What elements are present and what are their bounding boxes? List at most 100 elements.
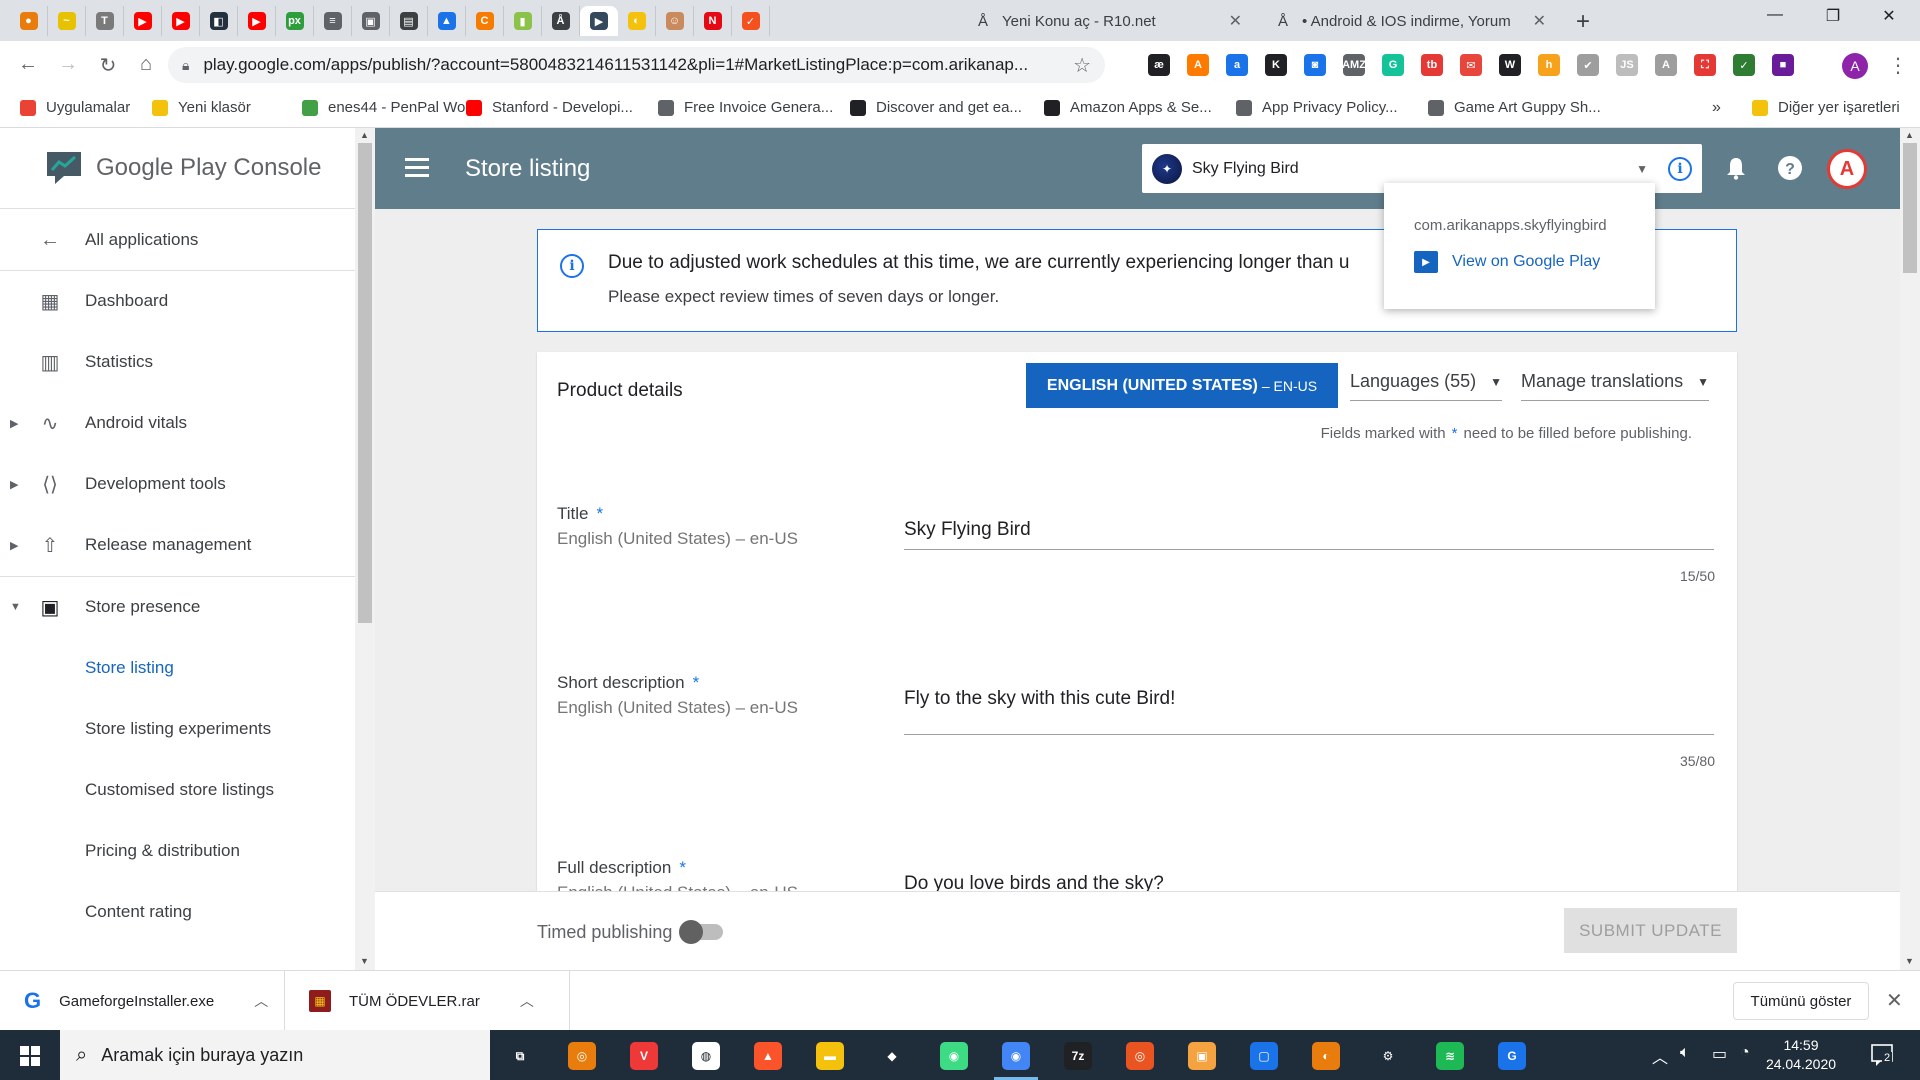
bookmark-item[interactable]: App Privacy Policy...: [1236, 99, 1398, 116]
gameforge-icon[interactable]: G: [1498, 1042, 1526, 1070]
help-icon[interactable]: ?: [1777, 155, 1803, 181]
menu-icon[interactable]: [405, 158, 429, 182]
tb-icon[interactable]: tb: [1421, 54, 1443, 76]
window-close-button[interactable]: ✕: [1866, 6, 1912, 26]
dropdown-arrow-icon[interactable]: ▼: [1636, 162, 1648, 176]
chrome-menu-icon[interactable]: ⋮: [1888, 53, 1908, 78]
7zip-icon[interactable]: 7z: [1064, 1042, 1092, 1070]
chevron-up-icon[interactable]: ︿: [1652, 1044, 1668, 1068]
unity-icon[interactable]: ◆: [878, 1042, 906, 1070]
spotify-icon[interactable]: ≋: [1436, 1042, 1464, 1070]
pinned-tab[interactable]: ≡: [314, 6, 352, 36]
w-icon[interactable]: W: [1499, 54, 1521, 76]
task-view-icon[interactable]: ⧉: [506, 1042, 534, 1070]
sidebar-item-android-vitals[interactable]: ▶ ∿ Android vitals: [0, 403, 355, 443]
scroll-up-icon[interactable]: ▲: [1905, 130, 1914, 140]
wifi-icon[interactable]: ◔: [1740, 1044, 1750, 1062]
pinned-tab[interactable]: ~: [48, 6, 86, 36]
sidebar-item-dashboard[interactable]: ▦ Dashboard: [0, 281, 355, 321]
blender-icon[interactable]: ◎: [568, 1042, 596, 1070]
a-icon[interactable]: a: [1226, 54, 1248, 76]
scroll-up-icon[interactable]: ▲: [360, 130, 369, 140]
pinned-tab[interactable]: ◐: [618, 6, 656, 36]
close-icon[interactable]: ✕: [1533, 11, 1546, 31]
pinned-tab[interactable]: ▶: [238, 6, 276, 36]
chevron-up-icon[interactable]: ︿: [254, 991, 268, 1011]
lock-icon[interactable]: 🔒︎: [182, 57, 189, 74]
home-button[interactable]: ⌂: [134, 53, 158, 76]
sidebar-item-development-tools[interactable]: ▶ ⟨⟩ Development tools: [0, 464, 355, 504]
scroll-down-icon[interactable]: ▼: [1905, 956, 1914, 966]
pinned-tab[interactable]: ●: [10, 6, 48, 36]
bell-icon[interactable]: [1723, 155, 1749, 181]
main-scroll-thumb[interactable]: [1903, 143, 1917, 273]
photo-icon[interactable]: ◍: [692, 1042, 720, 1070]
bookmark-item[interactable]: Yeni klasör: [152, 99, 251, 116]
scroll-down-icon[interactable]: ▼: [360, 956, 369, 966]
pinned-tab[interactable]: C: [466, 6, 504, 36]
pinned-tab[interactable]: N: [694, 6, 732, 36]
honey-icon[interactable]: h: [1538, 54, 1560, 76]
close-icon[interactable]: ✕: [1886, 988, 1903, 1013]
grammarly-icon[interactable]: G: [1382, 54, 1404, 76]
system-clock[interactable]: 14:59 24.04.2020: [1756, 1036, 1846, 1074]
profile-avatar[interactable]: A: [1842, 53, 1868, 79]
volume-icon[interactable]: 🔈︎: [1680, 1044, 1690, 1062]
download-item[interactable]: ▦ TÜM ÖDEVLER.rar ︿: [285, 971, 570, 1031]
pinned-tab[interactable]: ☺: [656, 6, 694, 36]
notification-center-icon[interactable]: 2: [1870, 1042, 1896, 1068]
minimize-button[interactable]: —: [1752, 6, 1798, 24]
view-on-google-play-link[interactable]: ▶ View on Google Play: [1414, 251, 1600, 273]
brave-icon[interactable]: ▲: [754, 1042, 782, 1070]
pinned-tab[interactable]: ✓: [732, 6, 770, 36]
pinned-tab[interactable]: ▶: [580, 6, 618, 36]
pinned-tab[interactable]: Å: [542, 6, 580, 36]
ae-icon[interactable]: æ: [1148, 54, 1170, 76]
sidebar-scroll-thumb[interactable]: [358, 143, 372, 623]
bookmark-item[interactable]: Game Art Guppy Sh...: [1428, 99, 1601, 116]
k-icon[interactable]: K: [1265, 54, 1287, 76]
new-tab-button[interactable]: +: [1576, 8, 1590, 36]
bookmark-item[interactable]: Discover and get ea...: [850, 99, 1022, 116]
bookmark-item[interactable]: Uygulamalar: [20, 99, 130, 116]
pinned-tab[interactable]: ▤: [390, 6, 428, 36]
manage-translations-dropdown[interactable]: Manage translations ▼: [1521, 371, 1709, 401]
expand-more-icon[interactable]: ▶: [10, 539, 18, 552]
chrome-icon[interactable]: ◉: [1002, 1042, 1030, 1070]
amz-icon[interactable]: AMZ: [1342, 54, 1366, 76]
pinned-tab[interactable]: ◧: [200, 6, 238, 36]
sidebar-item-release-management[interactable]: ▶ ⇧ Release management: [0, 525, 355, 565]
mail-icon[interactable]: ✉: [1460, 54, 1482, 76]
battery-icon[interactable]: ▭: [1712, 1044, 1727, 1064]
play-console-logo[interactable]: Google Play Console: [44, 148, 321, 188]
language-button[interactable]: ENGLISH (UNITED STATES) – EN-US: [1026, 363, 1338, 408]
reload-button[interactable]: ↻: [96, 53, 120, 78]
box-icon[interactable]: ▣: [1188, 1042, 1216, 1070]
expand-less-icon[interactable]: ▼: [10, 601, 21, 613]
screen-icon[interactable]: ◙: [1304, 54, 1326, 76]
info-icon[interactable]: i: [1668, 156, 1692, 181]
bookmarks-more[interactable]: »: [1712, 99, 1721, 117]
show-all-downloads-button[interactable]: Tümünü göster: [1733, 982, 1869, 1020]
tab-r10[interactable]: Å Yeni Konu aç - R10.net ✕: [962, 6, 1254, 36]
ahrefs-icon[interactable]: A: [1187, 54, 1209, 76]
pinned-tab[interactable]: ▲: [428, 6, 466, 36]
short-description-input[interactable]: Fly to the sky with this cute Bird!: [904, 688, 1175, 710]
download-item[interactable]: G GameforgeInstaller.exe ︿: [0, 971, 285, 1031]
submit-update-button[interactable]: SUBMIT UPDATE: [1564, 908, 1737, 953]
tab-android-ios[interactable]: Å • Android & IOS indirme, Yorum ✕: [1262, 6, 1558, 36]
forward-button[interactable]: →: [56, 53, 80, 76]
bookmark-star-icon[interactable]: ☆: [1073, 53, 1091, 78]
account-avatar[interactable]: A: [1827, 149, 1867, 189]
other-bookmarks[interactable]: Diğer yer işaretleri: [1752, 99, 1900, 116]
bookmark-item[interactable]: Free Invoice Genera...: [658, 99, 833, 116]
url-text[interactable]: play.google.com/apps/publish/?account=58…: [203, 55, 1073, 75]
sidebar-item-all-applications[interactable]: ← All applications: [0, 220, 355, 260]
close-icon[interactable]: ✕: [1229, 11, 1242, 31]
title-input[interactable]: Sky Flying Bird: [904, 519, 1031, 541]
sidebar-item-pricing-distribution[interactable]: Pricing & distribution: [0, 831, 355, 871]
address-bar[interactable]: 🔒︎ play.google.com/apps/publish/?account…: [168, 47, 1105, 83]
windows-start-icon[interactable]: [20, 1046, 40, 1066]
bookmark-item[interactable]: Amazon Apps & Se...: [1044, 99, 1212, 116]
pdf-icon[interactable]: ⛶: [1694, 54, 1716, 76]
